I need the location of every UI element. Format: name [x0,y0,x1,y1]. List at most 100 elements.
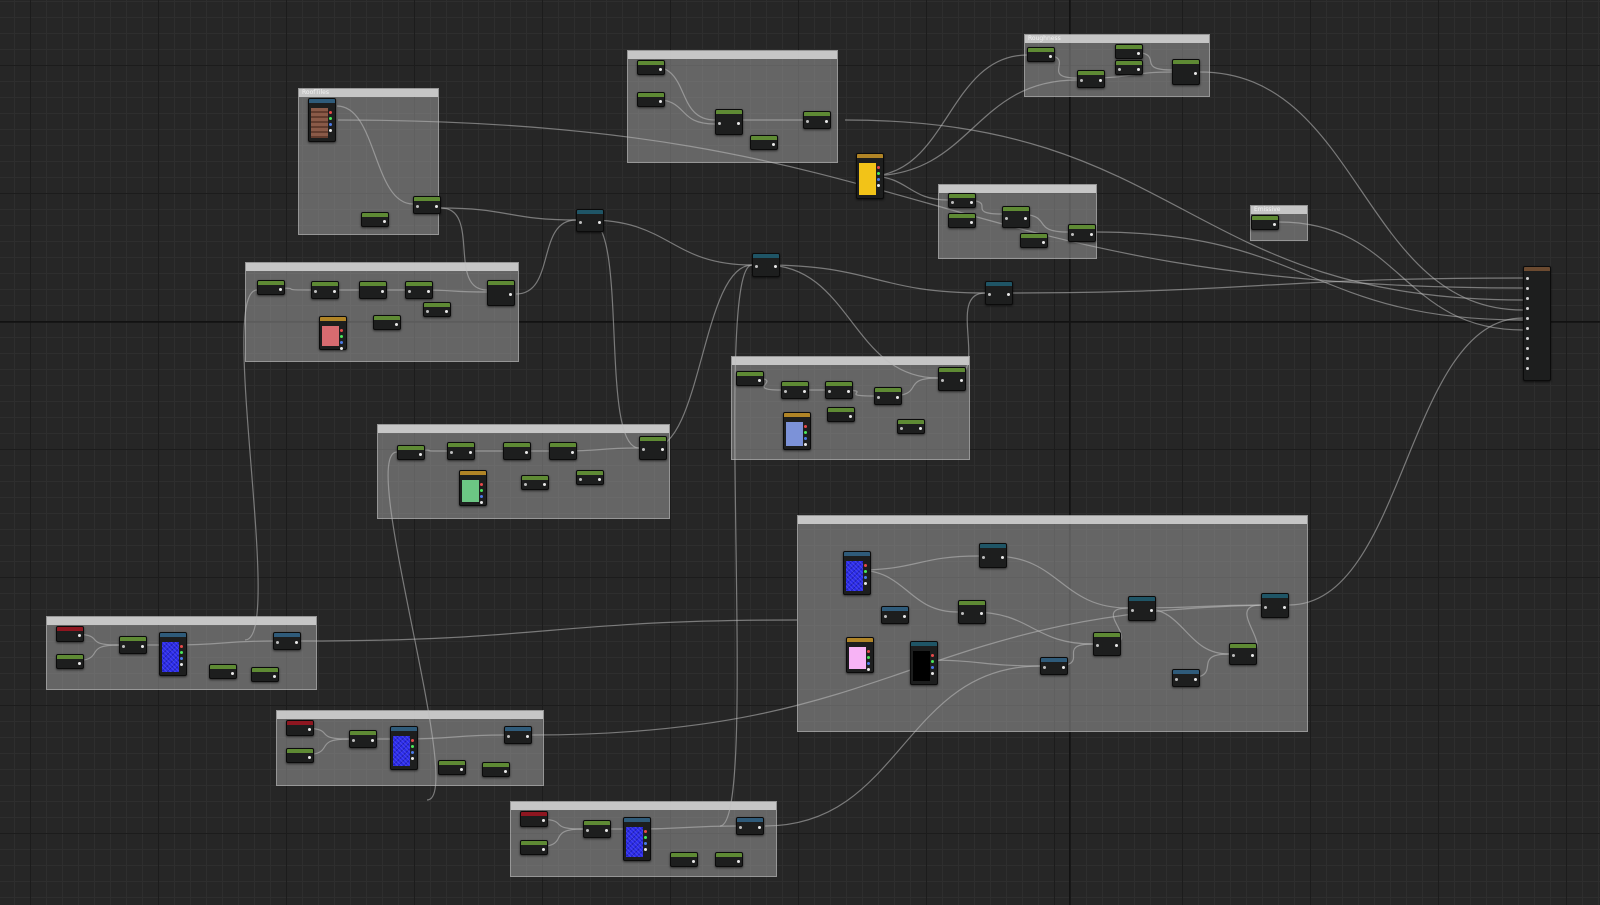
output-pin[interactable] [877,172,880,175]
output-pin[interactable] [411,751,414,754]
result-input-pin[interactable] [1526,367,1529,370]
output-pin[interactable] [804,443,807,446]
result-input-pin[interactable] [1526,277,1529,280]
input-pin[interactable] [941,379,944,382]
texture-sample-node[interactable] [159,632,187,676]
math-node[interactable] [948,193,976,208]
input-pin[interactable] [122,645,125,648]
output-pin[interactable] [525,451,528,454]
output-pin[interactable] [419,452,422,456]
output-pin[interactable] [1273,222,1276,226]
input-pin[interactable] [877,396,880,399]
constant-node[interactable] [520,840,548,855]
output-pin[interactable] [598,477,601,481]
output-pin[interactable] [1115,644,1118,647]
input-pin[interactable] [1118,67,1121,71]
constant-node[interactable] [750,135,778,150]
reroute-node[interactable] [752,253,780,277]
input-pin[interactable] [450,451,453,454]
texture-sample-node[interactable] [390,726,418,770]
vector-param-node[interactable] [783,412,811,450]
input-pin[interactable] [739,826,742,829]
input-pin[interactable] [276,641,279,644]
result-input-pin[interactable] [1526,307,1529,310]
output-pin[interactable] [803,390,806,393]
math-node[interactable] [825,381,853,399]
output-pin[interactable] [542,819,545,822]
output-pin[interactable] [903,615,906,618]
output-pin[interactable] [644,842,647,845]
output-pin[interactable] [864,564,867,567]
math-node[interactable] [349,730,377,748]
input-pin[interactable] [416,205,419,208]
output-pin[interactable] [864,582,867,585]
constant-node[interactable] [736,371,764,386]
material-result-node[interactable] [1523,266,1551,381]
output-pin[interactable] [804,437,807,440]
reroute-node[interactable] [979,543,1007,568]
output-pin[interactable] [758,826,761,829]
output-pin[interactable] [644,848,647,851]
math-node[interactable] [273,632,301,650]
output-pin[interactable] [78,634,81,637]
math-node[interactable] [781,381,809,399]
math-node[interactable] [736,817,764,835]
input-pin[interactable] [642,448,645,451]
constant-node[interactable] [503,442,531,460]
param-node[interactable] [286,720,314,736]
output-pin[interactable] [825,120,828,123]
output-pin[interactable] [737,122,740,125]
result-input-pin[interactable] [1526,357,1529,360]
output-pin[interactable] [543,482,546,486]
output-pin[interactable] [737,859,740,863]
output-pin[interactable] [877,166,880,169]
input-pin[interactable] [1005,217,1008,220]
constant-node[interactable] [359,281,387,299]
input-pin[interactable] [314,290,317,293]
input-pin[interactable] [1071,233,1074,236]
math-node[interactable] [1068,224,1096,242]
output-pin[interactable] [480,489,483,492]
input-pin[interactable] [1043,666,1046,669]
math-node[interactable] [1077,70,1105,88]
texture-sample-node[interactable] [308,98,336,142]
math-node[interactable] [1040,657,1068,675]
reroute-node[interactable] [1261,593,1289,618]
constant-node[interactable] [827,407,855,422]
constant-node[interactable] [482,762,510,777]
math-node[interactable] [958,600,986,624]
input-pin[interactable] [352,739,355,742]
texture-sample-node[interactable] [843,551,871,595]
input-pin[interactable] [1096,644,1099,647]
output-pin[interactable] [1150,608,1153,612]
output-pin[interactable] [919,426,922,430]
constant-node[interactable] [948,213,976,228]
output-pin[interactable] [1049,54,1052,58]
input-pin[interactable] [951,200,954,204]
vector-param-node[interactable] [856,153,884,199]
result-input-pin[interactable] [1526,347,1529,350]
constant-node[interactable] [397,445,425,460]
output-pin[interactable] [427,290,430,293]
param-node[interactable] [56,626,84,642]
result-input-pin[interactable] [1526,327,1529,330]
math-node[interactable] [423,302,451,317]
output-pin[interactable] [395,322,398,326]
output-pin[interactable] [644,830,647,833]
output-pin[interactable] [804,431,807,434]
output-pin[interactable] [411,745,414,748]
input-pin[interactable] [1264,605,1267,609]
comment-box[interactable] [245,262,519,362]
math-node[interactable] [405,281,433,299]
output-pin[interactable] [867,656,870,659]
reroute-node[interactable] [985,281,1013,305]
output-pin[interactable] [1042,240,1045,244]
output-pin[interactable] [329,129,332,132]
output-pin[interactable] [1137,67,1140,71]
output-pin[interactable] [411,739,414,742]
output-pin[interactable] [411,757,414,760]
math-node[interactable] [1115,60,1143,75]
output-pin[interactable] [970,220,973,224]
math-node[interactable] [639,436,667,460]
math-node[interactable] [715,109,743,135]
